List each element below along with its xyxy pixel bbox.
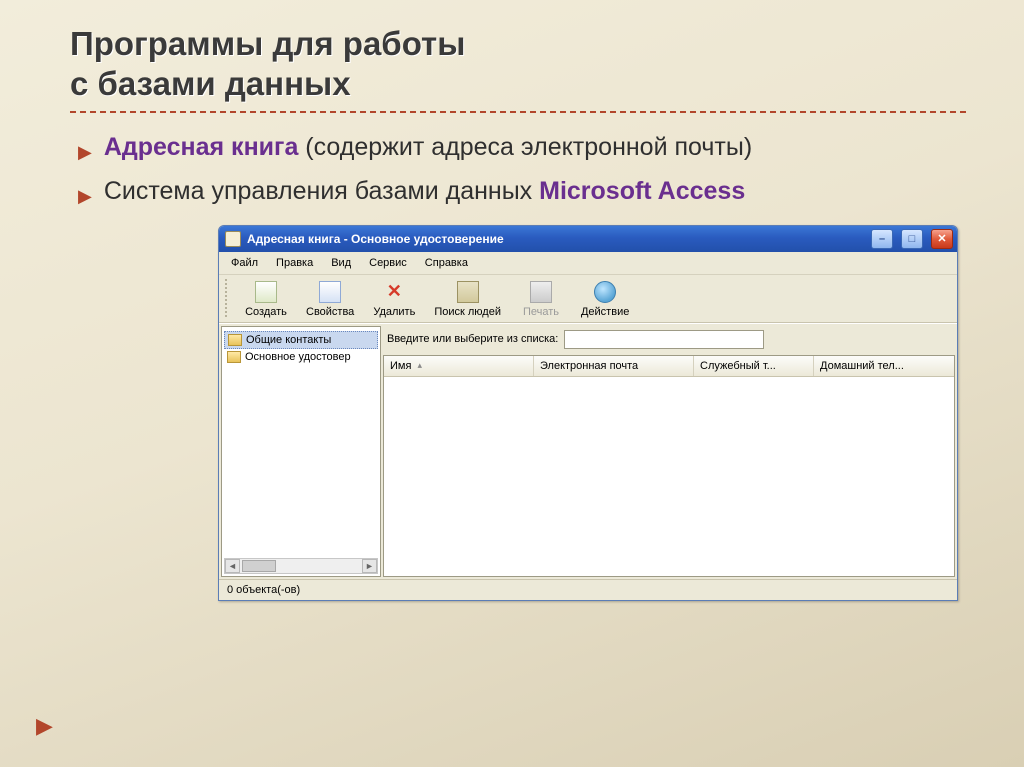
menu-help[interactable]: Справка: [417, 255, 476, 271]
app-icon: [225, 231, 241, 247]
statusbar: 0 объекта(-ов): [219, 579, 957, 600]
slide-footer-marker-icon: ▶: [36, 713, 53, 739]
tree-item-shared-contacts[interactable]: Общие контакты: [224, 331, 378, 349]
close-button[interactable]: ✕: [931, 229, 953, 249]
bullet-item: ▶ Адресная книга (содержит адреса электр…: [78, 131, 966, 165]
scroll-right-button[interactable]: ►: [362, 559, 377, 573]
folder-icon: [228, 334, 242, 346]
scroll-left-button[interactable]: ◄: [225, 559, 240, 573]
bullet-text: Адресная книга (содержит адреса электрон…: [104, 131, 752, 165]
action-icon: [594, 281, 616, 303]
grid-header: Имя Электронная почта Служебный т... Дом…: [384, 356, 954, 377]
tree-item-main-identity[interactable]: Основное удостовер: [224, 349, 378, 365]
bullet-highlight: Адресная книга: [104, 133, 299, 161]
status-text: 0 объекта(-ов): [227, 584, 300, 596]
tool-find-button[interactable]: Поиск людей: [428, 279, 507, 320]
filter-label: Введите или выберите из списка:: [387, 333, 558, 345]
print-icon: [530, 281, 552, 303]
menu-file[interactable]: Файл: [223, 255, 266, 271]
contacts-grid: Имя Электронная почта Служебный т... Дом…: [383, 355, 955, 577]
minimize-button[interactable]: –: [871, 229, 893, 249]
column-home[interactable]: Домашний тел...: [814, 356, 954, 376]
tool-properties-button[interactable]: Свойства: [300, 279, 360, 320]
menubar: Файл Правка Вид Сервис Справка: [219, 252, 957, 275]
new-contact-icon: [255, 281, 277, 303]
horizontal-scrollbar[interactable]: ◄ ►: [224, 558, 378, 574]
menu-view[interactable]: Вид: [323, 255, 359, 271]
menu-tools[interactable]: Сервис: [361, 255, 415, 271]
column-work[interactable]: Служебный т...: [694, 356, 814, 376]
tool-print-button[interactable]: Печать: [513, 279, 569, 320]
tool-properties-label: Свойства: [306, 306, 354, 318]
find-people-icon: [457, 281, 479, 303]
title-line-1: Программы для работы: [70, 25, 465, 62]
grid-body-empty: [384, 377, 954, 576]
bullet-text: Система управления базами данных Microso…: [104, 175, 745, 209]
menu-edit[interactable]: Правка: [268, 255, 321, 271]
scroll-track[interactable]: [240, 559, 362, 573]
bullet-item: ▶ Система управления базами данных Micro…: [78, 175, 966, 209]
column-email[interactable]: Электронная почта: [534, 356, 694, 376]
title-line-2: с базами данных: [70, 65, 351, 102]
tool-create-button[interactable]: Создать: [238, 279, 294, 320]
delete-icon: ✕: [383, 281, 405, 303]
toolbar-grip-icon: [225, 279, 230, 317]
tool-create-label: Создать: [245, 306, 287, 318]
tool-print-label: Печать: [523, 306, 559, 318]
filter-input[interactable]: [564, 330, 764, 349]
scroll-thumb[interactable]: [242, 560, 276, 572]
folder-tree[interactable]: Общие контакты Основное удостовер ◄ ►: [221, 326, 381, 577]
bullet-list: ▶ Адресная книга (содержит адреса электр…: [78, 131, 966, 209]
bullet-marker-icon: ▶: [78, 184, 92, 208]
bullet-rest: (содержит адреса электронной почты): [298, 133, 752, 161]
tool-delete-button[interactable]: ✕ Удалить: [366, 279, 422, 320]
folder-icon: [227, 351, 241, 363]
bullet-highlight: Microsoft Access: [539, 177, 745, 205]
properties-icon: [319, 281, 341, 303]
minimize-icon: –: [879, 233, 885, 245]
close-icon: ✕: [937, 232, 946, 245]
tool-delete-label: Удалить: [373, 306, 415, 318]
tool-action-label: Действие: [581, 306, 629, 318]
tree-item-label: Основное удостовер: [245, 351, 351, 363]
tool-find-label: Поиск людей: [434, 306, 501, 318]
maximize-icon: □: [909, 233, 916, 245]
maximize-button[interactable]: □: [901, 229, 923, 249]
tool-action-button[interactable]: Действие: [575, 279, 635, 320]
toolbar: Создать Свойства ✕ Удалить Поиск людей П…: [219, 275, 957, 323]
column-name[interactable]: Имя: [384, 356, 534, 376]
window-title: Адресная книга - Основное удостоверение: [247, 232, 863, 246]
titlebar[interactable]: Адресная книга - Основное удостоверение …: [219, 226, 957, 252]
slide-title: Программы для работы с базами данных: [70, 24, 966, 113]
bullet-marker-icon: ▶: [78, 140, 92, 164]
bullet-plain: Система управления базами данных: [104, 177, 539, 205]
address-book-window: Адресная книга - Основное удостоверение …: [218, 225, 958, 601]
tree-item-label: Общие контакты: [246, 334, 331, 346]
